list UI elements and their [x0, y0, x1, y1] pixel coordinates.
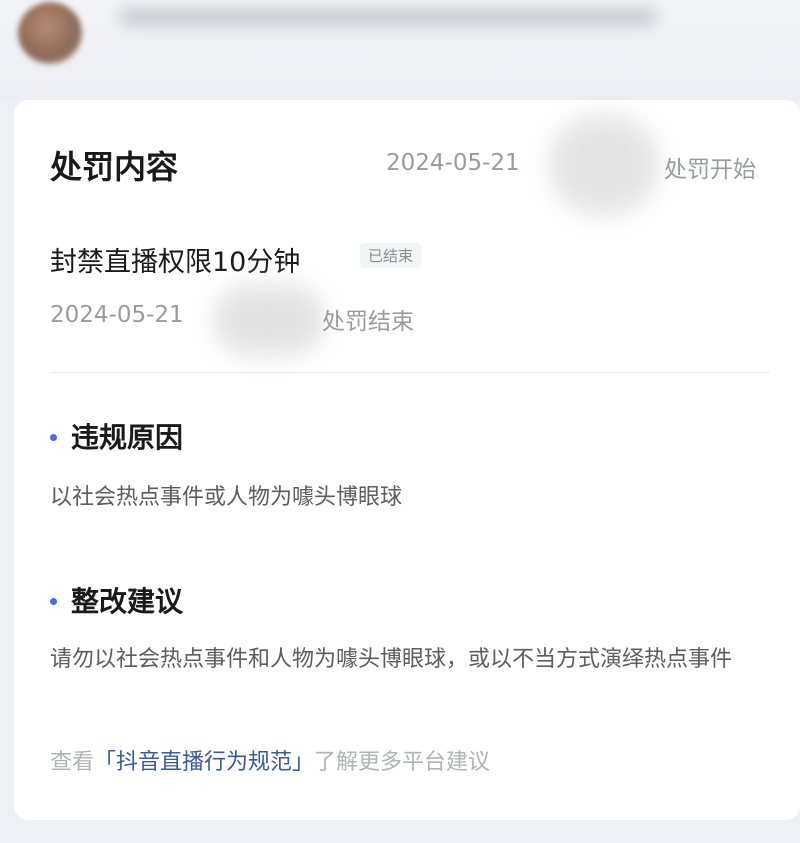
- rules-link[interactable]: 「抖音直播行为规范」: [94, 750, 314, 775]
- status-badge: 已结束: [360, 243, 422, 268]
- penalty-card: 处罚内容 2024-05-21 处罚开始 封禁直播权限10分钟 已结束 2024…: [14, 100, 800, 820]
- blurred-username: [118, 6, 658, 28]
- redacted-time: [214, 285, 324, 355]
- violation-reason: 以社会热点事件或人物为噱头博眼球: [50, 485, 403, 510]
- more-info-line: 查看「抖音直播行为规范」了解更多平台建议: [50, 744, 490, 776]
- start-date: 2024-05-21: [386, 150, 520, 176]
- more-suffix: 了解更多平台建议: [314, 750, 491, 775]
- bullet-dot-icon: [50, 597, 57, 605]
- start-label: 处罚开始: [664, 157, 756, 183]
- suggestion-section-title: 整改建议: [50, 580, 183, 620]
- divider: [50, 372, 770, 373]
- violation-section-title: 违规原因: [50, 416, 183, 456]
- bullet-dot-icon: [50, 433, 57, 441]
- violation-title-text: 违规原因: [71, 421, 184, 454]
- suggestion-title-text: 整改建议: [71, 585, 184, 618]
- card-title: 处罚内容: [50, 148, 179, 186]
- suggestion-text: 请勿以社会热点事件和人物为噱头博眼球，或以不当方式演绎热点事件: [50, 647, 733, 672]
- penalty-text: 封禁直播权限10分钟: [50, 247, 301, 278]
- avatar: [18, 2, 82, 64]
- end-date: 2024-05-21: [50, 302, 184, 328]
- more-prefix: 查看: [50, 750, 95, 775]
- end-label: 处罚结束: [322, 309, 414, 335]
- blurred-header: [0, 0, 800, 100]
- redacted-time: [549, 115, 659, 215]
